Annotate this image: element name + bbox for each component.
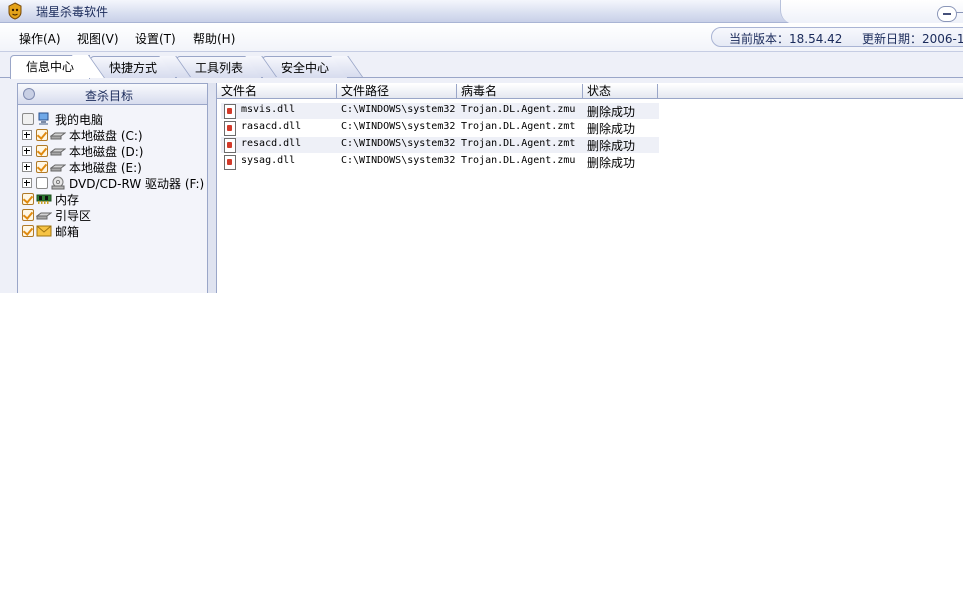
tree-label: 本地磁盘 (E:) bbox=[69, 160, 142, 175]
menu-help[interactable]: 帮助(H) bbox=[193, 30, 235, 47]
rising-lion-logo-icon bbox=[8, 2, 22, 20]
title-bar: 瑞星杀毒软件 bbox=[0, 0, 963, 24]
tree-item-mailbox[interactable]: 邮箱 bbox=[22, 223, 79, 239]
expand-icon[interactable] bbox=[22, 146, 32, 156]
tab-info-center[interactable]: 信息中心 bbox=[10, 55, 90, 79]
expand-icon[interactable] bbox=[22, 162, 32, 172]
table-row[interactable]: rasacd.dll C:\WINDOWS\system32 Trojan.DL… bbox=[221, 120, 659, 136]
file-icon bbox=[224, 104, 236, 119]
checkbox[interactable] bbox=[36, 177, 48, 189]
tree-label: 内存 bbox=[55, 192, 80, 207]
tree-item-dvd-f[interactable]: DVD/CD-RW 驱动器 (F:) bbox=[22, 175, 204, 191]
cell-file-name: msvis.dll bbox=[241, 104, 296, 115]
checkbox[interactable] bbox=[22, 225, 34, 237]
cell-virus-name: Trojan.DL.Agent.zmu bbox=[461, 104, 576, 115]
title-right-pane bbox=[780, 0, 963, 24]
tree-item-drive-e[interactable]: 本地磁盘 (E:) bbox=[22, 159, 142, 175]
cell-status: 删除成功 bbox=[587, 139, 636, 153]
envelope-icon bbox=[36, 225, 52, 237]
cell-file-name: resacd.dll bbox=[241, 138, 302, 149]
cell-virus-name: Trojan.DL.Agent.zmu bbox=[461, 155, 576, 166]
tree-item-boot-sector[interactable]: 引导区 bbox=[22, 207, 91, 223]
window-title: 瑞星杀毒软件 bbox=[36, 5, 109, 19]
tree-item-drive-c[interactable]: 本地磁盘 (C:) bbox=[22, 127, 143, 143]
checkbox[interactable] bbox=[36, 145, 48, 157]
menu-bar: 操作(A) 视图(V) 设置(T) 帮助(H) 当前版本：18.54.42 更新… bbox=[0, 23, 963, 52]
cell-file-name: rasacd.dll bbox=[241, 121, 302, 132]
minimize-line bbox=[956, 12, 963, 13]
scan-target-panel: 查杀目标 我的电脑 本地磁盘 (C:) 本地磁盘 (D:) 本地磁盘 (E:) … bbox=[17, 83, 209, 293]
cell-status: 删除成功 bbox=[587, 156, 636, 170]
tree-item-drive-d[interactable]: 本地磁盘 (D:) bbox=[22, 143, 143, 159]
tab-bar: 安全中心 工具列表 快捷方式 信息中心 bbox=[0, 52, 963, 79]
cell-virus-name: Trojan.DL.Agent.zmt bbox=[461, 121, 576, 132]
expand-icon[interactable] bbox=[22, 178, 32, 188]
menu-settings[interactable]: 设置(T) bbox=[135, 30, 176, 47]
expand-icon[interactable] bbox=[22, 130, 32, 140]
checkbox[interactable] bbox=[36, 129, 48, 141]
menu-operate[interactable]: 操作(A) bbox=[19, 30, 61, 47]
tree-label: 引导区 bbox=[55, 208, 92, 223]
hard-drive-icon bbox=[50, 148, 66, 156]
column-header-file-path[interactable]: 文件路径 bbox=[337, 84, 457, 99]
cell-file-path: C:\WINDOWS\system32 bbox=[341, 104, 456, 115]
memory-chip-icon bbox=[36, 194, 52, 204]
tree-label: 邮箱 bbox=[55, 224, 80, 239]
cell-status: 删除成功 bbox=[587, 122, 636, 136]
column-header-file-name[interactable]: 文件名 bbox=[217, 84, 337, 99]
version-info: 当前版本：18.54.42 更新日期：2006-11 bbox=[711, 27, 963, 47]
minimize-icon[interactable] bbox=[937, 6, 957, 22]
menu-view[interactable]: 视图(V) bbox=[77, 30, 119, 47]
hard-drive-icon bbox=[50, 132, 66, 140]
column-header-empty bbox=[658, 84, 963, 99]
scan-target-header[interactable]: 查杀目标 bbox=[18, 84, 208, 105]
cell-file-path: C:\WINDOWS\system32 bbox=[341, 155, 456, 166]
checkbox[interactable] bbox=[22, 193, 34, 205]
cell-virus-name: Trojan.DL.Agent.zmt bbox=[461, 138, 576, 149]
tree-item-my-computer[interactable]: 我的电脑 bbox=[22, 111, 103, 127]
cell-file-path: C:\WINDOWS\system32 bbox=[341, 121, 456, 132]
boot-sector-icon bbox=[36, 212, 52, 220]
cell-file-name: sysag.dll bbox=[241, 155, 296, 166]
update-date: 更新日期：2006-11 bbox=[862, 32, 963, 46]
table-row[interactable]: sysag.dll C:\WINDOWS\system32 Trojan.DL.… bbox=[221, 154, 659, 170]
file-icon bbox=[224, 121, 236, 136]
file-icon bbox=[224, 138, 236, 153]
table-row[interactable]: resacd.dll C:\WINDOWS\system32 Trojan.DL… bbox=[221, 137, 659, 153]
app-window: 瑞星杀毒软件 操作(A) 视图(V) 设置(T) 帮助(H) 当前版本：18.5… bbox=[0, 0, 963, 293]
table-row[interactable]: msvis.dll C:\WINDOWS\system32 Trojan.DL.… bbox=[221, 103, 659, 119]
column-header-virus-name[interactable]: 病毒名 bbox=[457, 84, 583, 99]
panel-toggle-icon[interactable] bbox=[23, 88, 35, 100]
hard-drive-icon bbox=[50, 164, 66, 172]
computer-icon bbox=[38, 112, 49, 125]
file-icon bbox=[224, 155, 236, 170]
scan-target-title: 查杀目标 bbox=[85, 89, 134, 103]
checkbox[interactable] bbox=[22, 113, 34, 125]
tree-item-memory[interactable]: 内存 bbox=[22, 191, 79, 207]
cell-status: 删除成功 bbox=[587, 105, 636, 119]
column-header-status[interactable]: 状态 bbox=[583, 84, 658, 99]
current-version: 当前版本：18.54.42 bbox=[729, 32, 843, 46]
checkbox[interactable] bbox=[22, 209, 34, 221]
dvd-drive-icon bbox=[51, 176, 65, 190]
tree-label: DVD/CD-RW 驱动器 (F:) bbox=[69, 176, 205, 191]
cell-file-path: C:\WINDOWS\system32 bbox=[341, 138, 456, 149]
tree-label: 本地磁盘 (C:) bbox=[69, 128, 143, 143]
scan-results-panel: 文件名 文件路径 病毒名 状态 msvis.dll C:\WINDOWS\sys… bbox=[216, 83, 963, 293]
splitter[interactable] bbox=[207, 83, 216, 293]
tree-label: 本地磁盘 (D:) bbox=[69, 144, 144, 159]
checkbox[interactable] bbox=[36, 161, 48, 173]
tree-label: 我的电脑 bbox=[55, 112, 104, 127]
